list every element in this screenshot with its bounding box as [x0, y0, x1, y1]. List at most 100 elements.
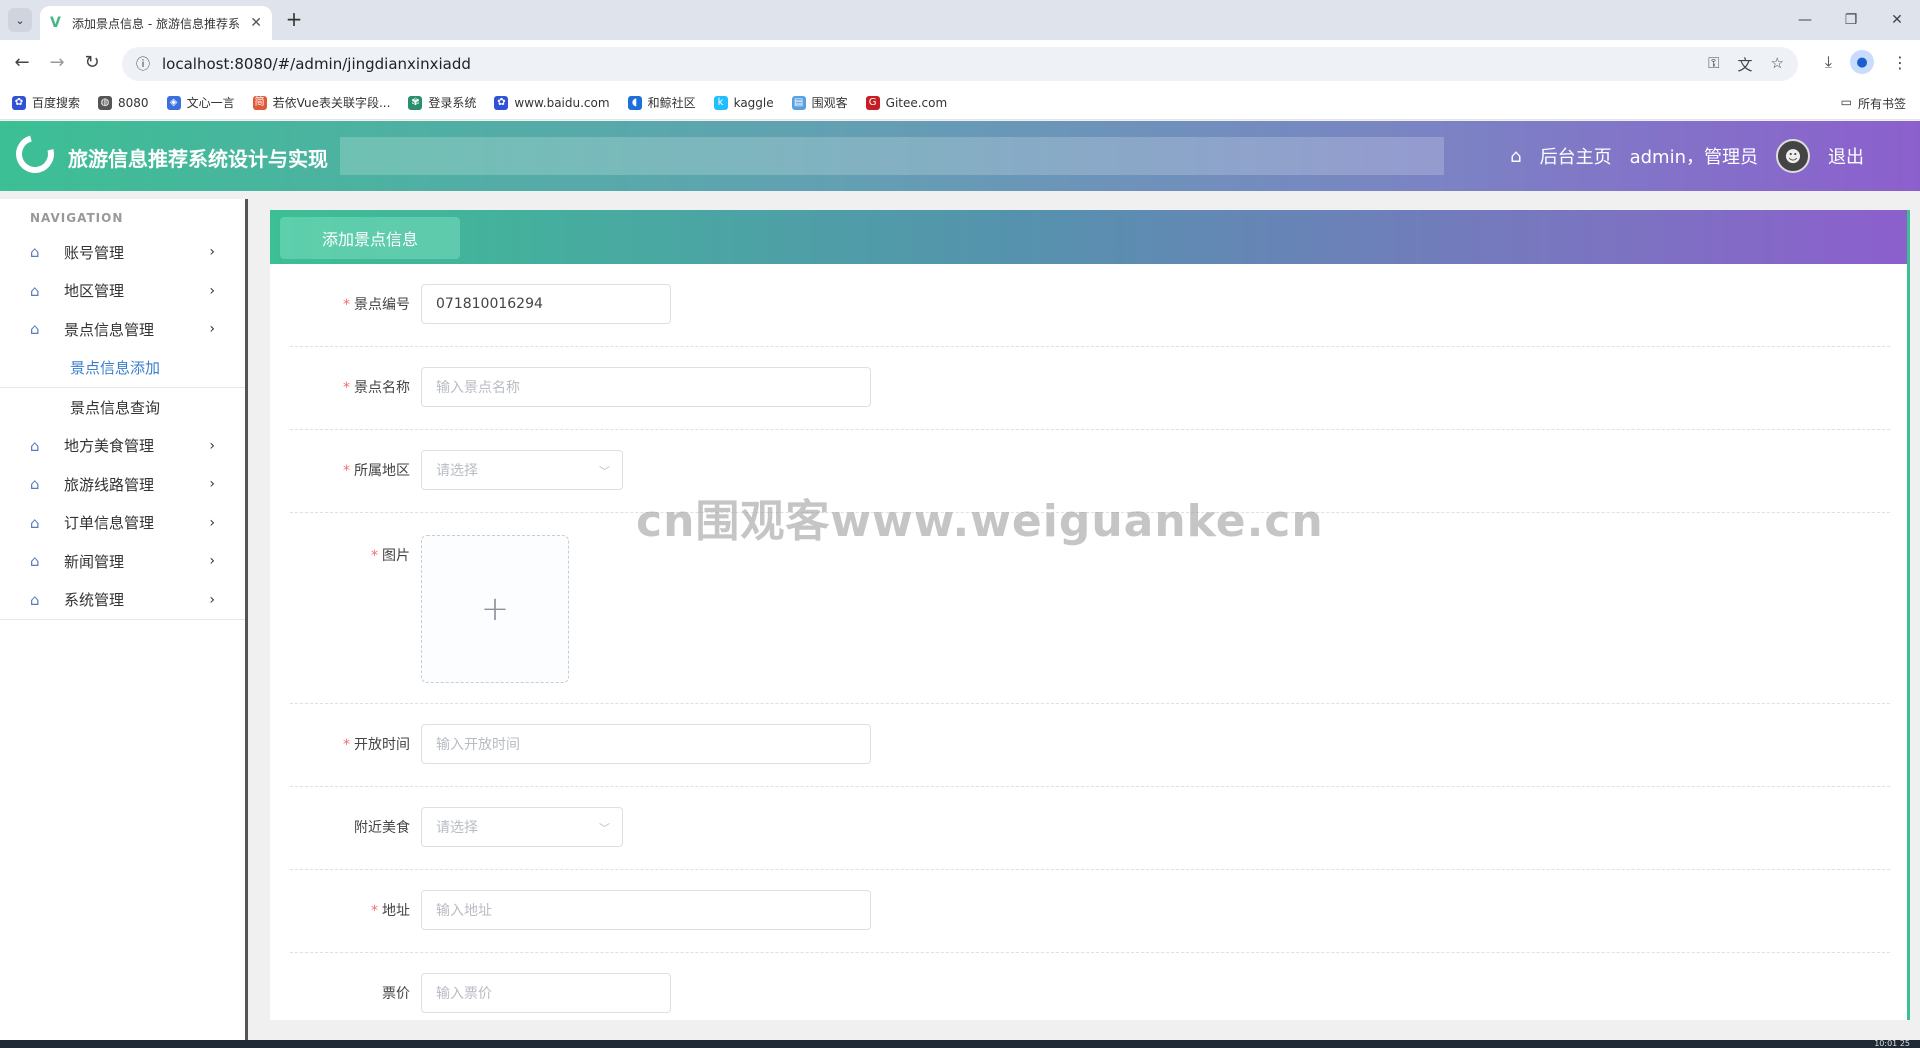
bookmark-label: 文心一言	[186, 96, 235, 110]
submenu-item-scenic-add[interactable]: 景点信息添加	[0, 349, 245, 388]
nearby-food-select[interactable]: 请选择 ﹀	[421, 807, 623, 847]
taskbar-clock: 10:01 25	[1874, 1039, 1910, 1048]
field-label: 附近美食	[354, 820, 410, 836]
home-icon: ⌂	[30, 475, 40, 494]
wenxin-icon: ◈	[166, 95, 181, 110]
download-icon[interactable]: ⤓	[1825, 52, 1832, 72]
minimize-icon[interactable]: —	[1782, 0, 1828, 40]
sidebar-menu: ⌂ 账号管理 › ⌂ 地区管理 › ⌂ 景点信息管理 › 景点信息添加 景点信息…	[0, 233, 245, 620]
chevron-right-icon: ›	[209, 244, 215, 261]
address-input[interactable]: 输入地址	[421, 890, 871, 930]
close-window-icon[interactable]: ✕	[1874, 0, 1920, 40]
bookmark-item[interactable]: ◍ 8080	[98, 95, 149, 110]
gitee-icon: G	[865, 95, 880, 110]
form-row-code: * 景点编号 071810016294	[290, 264, 1890, 347]
new-tab-button[interactable]: +	[282, 8, 306, 32]
bookmark-label: kaggle	[733, 95, 774, 110]
all-bookmarks-folder[interactable]: ▭ 所有书签	[1841, 95, 1906, 112]
bookmark-label: 和鲸社区	[647, 96, 696, 110]
reload-icon[interactable]: ↻	[80, 51, 104, 75]
bookmark-item[interactable]: ▤ 围观客	[791, 94, 848, 111]
nav-heading: NAVIGATION	[30, 211, 124, 225]
submenu-item-scenic-query[interactable]: 景点信息查询	[0, 388, 245, 427]
sidebar-item-route[interactable]: ⌂ 旅游线路管理 ›	[0, 465, 245, 504]
bookmark-star-icon[interactable]: ☆	[1771, 54, 1784, 75]
forward-arrow-icon[interactable]: →	[45, 51, 69, 75]
code-input[interactable]: 071810016294	[421, 284, 671, 324]
baidu-icon: ✿	[494, 95, 509, 110]
bookmark-item[interactable]: ✾ 登录系统	[408, 94, 476, 111]
main-content: 添加景点信息 * 景点编号 071810016294 * 景点名称 输入景点名称 *…	[270, 210, 1910, 1020]
tab-title: 添加景点信息 - 旅游信息推荐系	[72, 16, 240, 31]
browser-tabbar: ⌄ V 添加景点信息 - 旅游信息推荐系 ✕ + — ❐ ✕	[0, 0, 1920, 40]
sidebar-item-scenic[interactable]: ⌂ 景点信息管理 ›	[0, 310, 245, 349]
select-placeholder: 请选择	[436, 820, 478, 836]
app-header: 旅游信息推荐系统设计与实现 ⌂ 后台主页 admin，管理员 ☻ 退出	[0, 121, 1920, 191]
password-key-icon[interactable]: ⚿	[1708, 54, 1719, 75]
watermark: cn围观客www.weiguanke.cn	[636, 496, 1324, 547]
sidebar-item-label: 地方美食管理	[64, 437, 155, 456]
form-row-price: 票价 输入票价	[290, 953, 1890, 1023]
chevron-right-icon: ›	[209, 553, 215, 570]
chevron-down-icon: ﹀	[599, 822, 610, 835]
bookmark-item[interactable]: ✿ 百度搜索	[12, 94, 80, 111]
restore-icon[interactable]: ❐	[1828, 0, 1874, 40]
avatar[interactable]: ☻	[1776, 139, 1810, 173]
page-title-tab[interactable]: 添加景点信息	[280, 217, 460, 259]
home-icon: ⌂	[30, 513, 40, 532]
address-bar[interactable]: ⓘ localhost:8080/#/admin/jingdianxinxiad…	[122, 47, 1798, 81]
sidebar-item-system[interactable]: ⌂ 系统管理 ›	[0, 581, 245, 620]
region-select[interactable]: 请选择 ﹀	[421, 450, 623, 490]
form-row-nearby-food: 附近美食 请选择 ﹀	[290, 787, 1890, 870]
sidebar-item-label: 地区管理	[64, 282, 125, 301]
heywhale-icon: ◖	[627, 95, 642, 110]
select-placeholder: 请选择	[436, 463, 478, 479]
bookmark-item[interactable]: 简若依Vue表关联字段...	[252, 94, 390, 111]
sidebar-item-news[interactable]: ⌂ 新闻管理 ›	[0, 542, 245, 581]
sidebar-item-order[interactable]: ⌂ 订单信息管理 ›	[0, 504, 245, 543]
form-row-name: * 景点名称 输入景点名称	[290, 347, 1890, 430]
field-label: 票价	[382, 986, 410, 1002]
home-icon: ⌂	[30, 281, 40, 300]
window-controls: — ❐ ✕	[1782, 0, 1920, 40]
required-mark: *	[371, 548, 378, 564]
image-upload[interactable]: +	[421, 535, 569, 683]
open-time-input[interactable]: 输入开放时间	[421, 724, 871, 764]
url-text[interactable]: localhost:8080/#/admin/jingdianxinxiadd	[162, 55, 1708, 73]
name-input[interactable]: 输入景点名称	[421, 367, 871, 407]
site-info-icon[interactable]: ⓘ	[136, 54, 150, 74]
sidebar-item-account[interactable]: ⌂ 账号管理 ›	[0, 233, 245, 272]
home-link[interactable]: 后台主页	[1540, 143, 1612, 169]
back-arrow-icon[interactable]: ←	[10, 51, 34, 75]
folder-label: 所有书签	[1857, 97, 1906, 111]
chevron-right-icon: ›	[209, 514, 215, 531]
bookmark-item[interactable]: ✿ www.baidu.com	[494, 95, 610, 110]
bookmark-item[interactable]: ◖ 和鲸社区	[627, 94, 696, 111]
browser-tab-active[interactable]: V 添加景点信息 - 旅游信息推荐系 ✕	[40, 6, 272, 40]
bookmark-label: 围观客	[811, 96, 848, 110]
home-icon: ⌂	[30, 320, 40, 339]
home-icon[interactable]: ⌂	[1510, 146, 1521, 167]
weiguanke-icon: ▤	[791, 95, 806, 110]
logout-link[interactable]: 退出	[1828, 143, 1864, 169]
sidebar-item-region[interactable]: ⌂ 地区管理 ›	[0, 272, 245, 311]
translate-icon[interactable]: 文	[1738, 54, 1753, 75]
form-row-address: * 地址 输入地址	[290, 870, 1890, 953]
home-icon: ⌂	[30, 243, 40, 262]
sidebar-item-label: 景点信息管理	[64, 320, 155, 339]
bookmark-item[interactable]: k kaggle	[713, 95, 774, 110]
bookmark-item[interactable]: ◈ 文心一言	[166, 94, 235, 111]
field-label: * 景点名称	[343, 380, 410, 396]
header-banner	[340, 137, 1444, 175]
sidebar-item-food[interactable]: ⌂ 地方美食管理 ›	[0, 427, 245, 466]
bookmark-item[interactable]: G Gitee.com	[865, 95, 947, 110]
chevron-right-icon: ›	[209, 591, 215, 608]
close-tab-icon[interactable]: ✕	[250, 15, 262, 31]
required-mark: *	[343, 380, 350, 396]
user-label: admin，管理员	[1629, 147, 1758, 168]
more-menu-icon[interactable]: ⋮	[1892, 53, 1908, 72]
profile-icon[interactable]: ●	[1850, 50, 1874, 74]
price-input[interactable]: 输入票价	[421, 973, 671, 1013]
sidebar: NAVIGATION ⌂ 账号管理 › ⌂ 地区管理 › ⌂ 景点信息管理 › …	[0, 199, 248, 1048]
tab-search-button[interactable]: ⌄	[8, 8, 32, 32]
